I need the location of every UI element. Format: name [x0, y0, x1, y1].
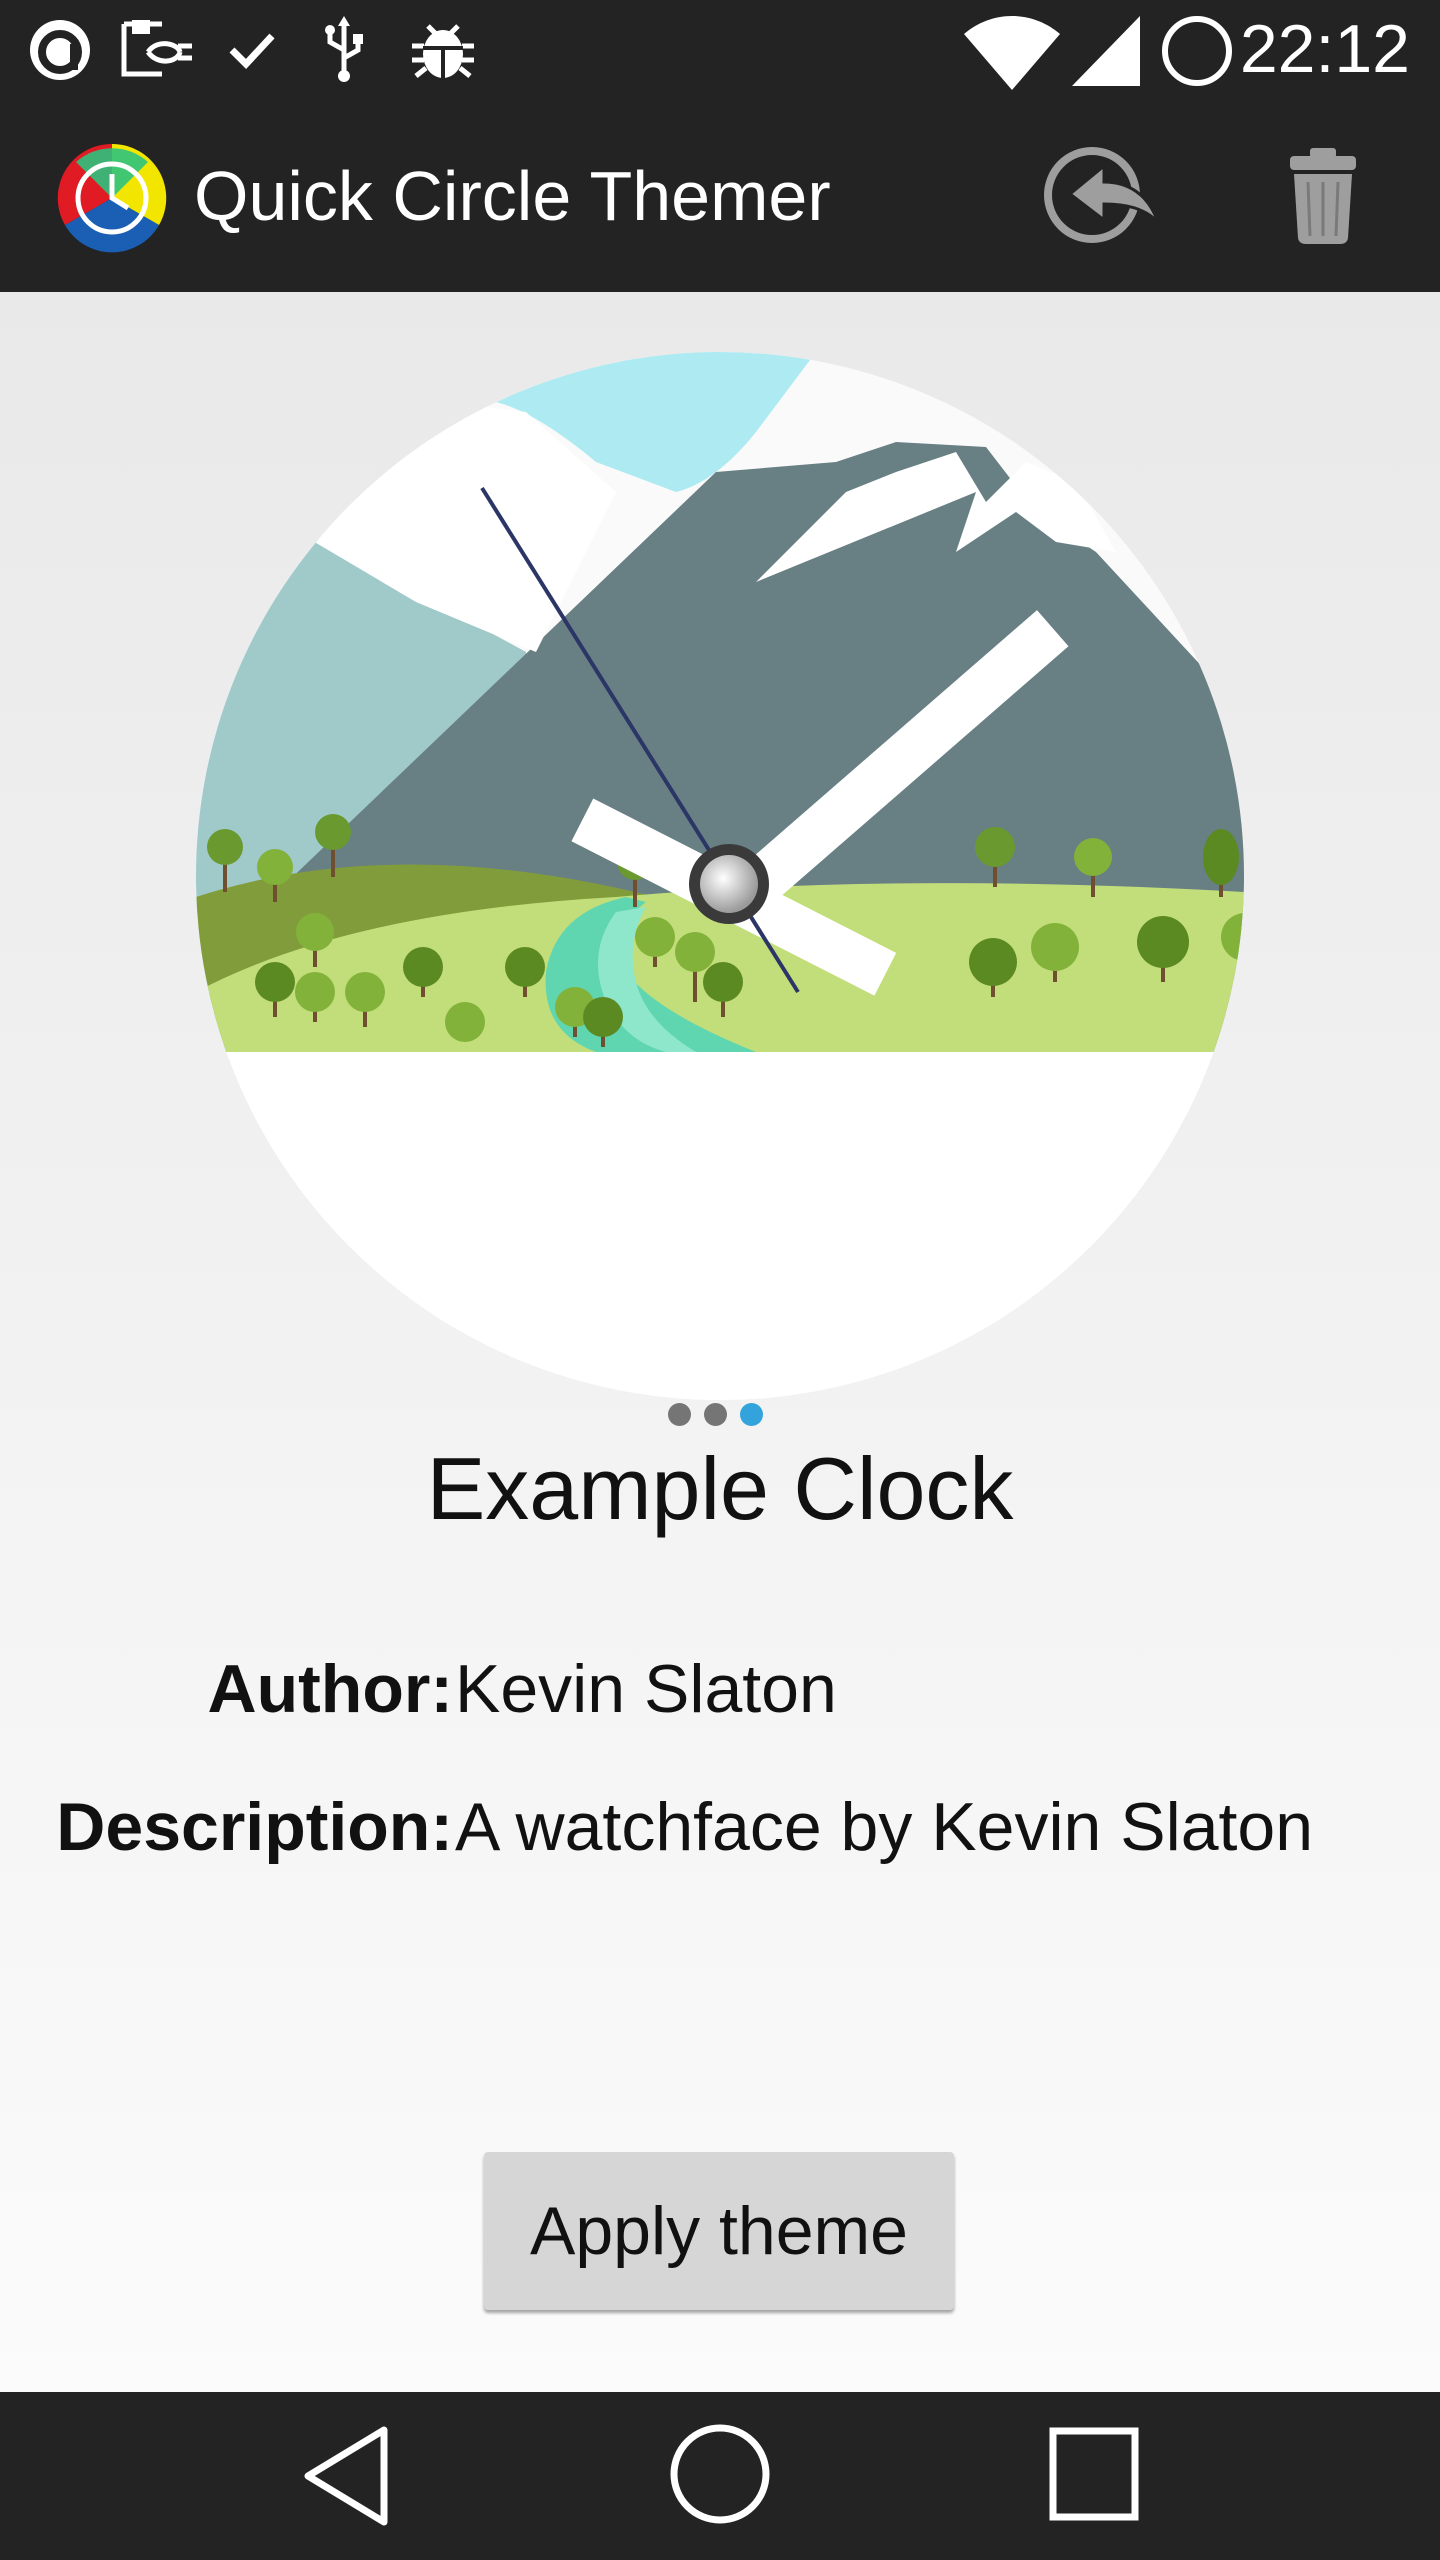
home-icon[interactable] — [668, 2422, 772, 2526]
signal-icon — [1072, 16, 1140, 86]
status-bar: 22:12 — [0, 0, 1440, 100]
trash-icon[interactable] — [1288, 146, 1358, 246]
page-dot-active — [740, 1403, 763, 1426]
author-value: Kevin Slaton — [455, 1651, 837, 1727]
author-label: Author: — [207, 1651, 453, 1727]
battery-circle-icon — [1162, 16, 1232, 86]
display-plug-icon — [121, 20, 192, 77]
page-dot — [704, 1403, 727, 1426]
quick-circle-logo-icon — [57, 143, 167, 253]
description-value: A watchface by Kevin Slaton — [455, 1789, 1314, 1865]
usb-icon — [325, 16, 363, 82]
notification-circle-icon — [30, 20, 90, 80]
theme-name: Example Clock — [426, 1439, 1014, 1538]
page-indicator — [668, 1403, 763, 1426]
description-label: Description: — [56, 1789, 453, 1865]
check-icon — [229, 33, 275, 70]
navigation-bar — [0, 2392, 1440, 2560]
page-dot — [668, 1403, 691, 1426]
status-time: 22:12 — [1239, 11, 1410, 87]
clock-preview-image[interactable] — [196, 352, 1244, 1400]
share-icon[interactable] — [1040, 142, 1164, 248]
apply-theme-button[interactable]: Apply theme — [484, 2152, 954, 2310]
bug-icon — [412, 24, 474, 78]
app-title: Quick Circle Themer — [194, 157, 831, 235]
app-bar: Quick Circle Themer — [0, 100, 1440, 292]
recents-icon[interactable] — [1048, 2426, 1140, 2522]
wifi-icon — [964, 16, 1060, 90]
back-icon[interactable] — [300, 2424, 392, 2528]
